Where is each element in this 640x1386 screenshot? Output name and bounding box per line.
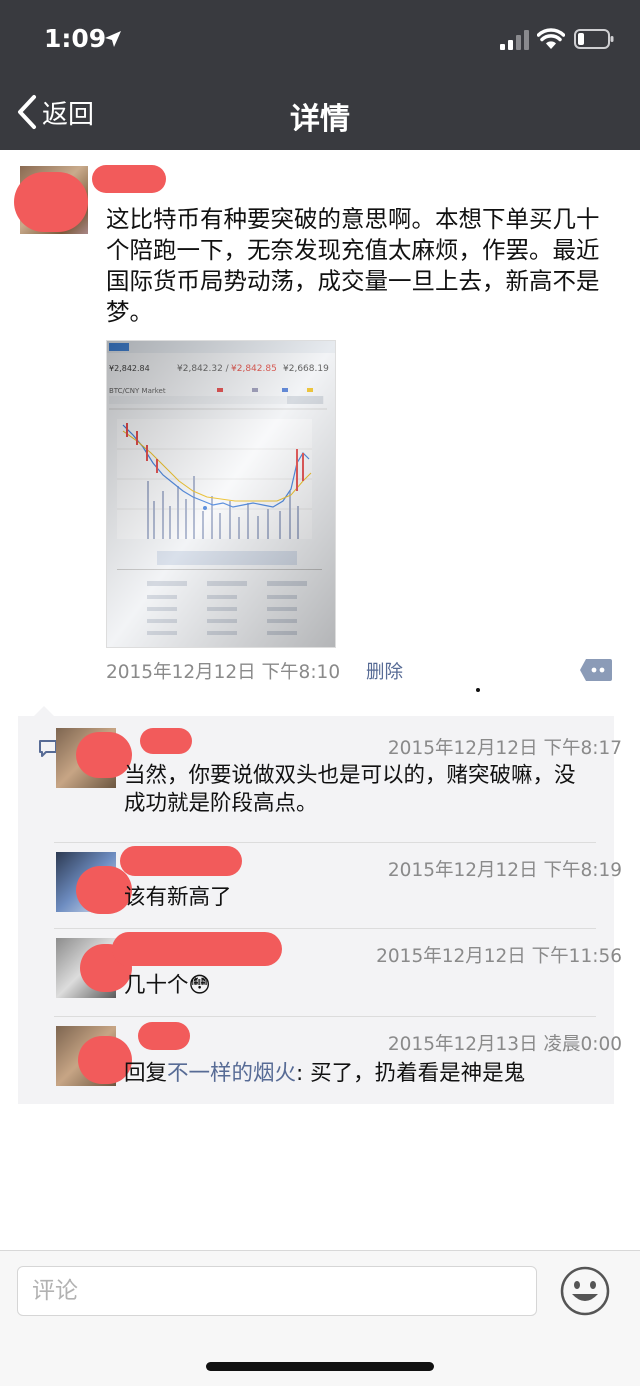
comment-timestamp: 2015年12月12日 下午11:56 <box>376 946 622 967</box>
comment-text: 回复不一样的烟火: 买了，扔着看是神是鬼 <box>124 1060 584 1088</box>
location-arrow-icon <box>105 31 121 47</box>
author-name-redacted[interactable] <box>92 165 166 193</box>
delete-link[interactable]: 删除 <box>366 658 403 684</box>
reply-prefix: 回复 <box>124 1061 168 1086</box>
commenter-name-redacted[interactable] <box>112 932 282 966</box>
comment-divider <box>54 842 596 843</box>
post-text: 这比特币有种要突破的意思啊。本想下单买几十个陪跑一下，无奈发现充值太麻烦，作罢。… <box>106 205 600 326</box>
more-dots-icon[interactable] <box>580 658 612 682</box>
commenter-name-redacted[interactable] <box>120 846 242 876</box>
redaction-mark <box>14 172 88 232</box>
wifi-icon <box>537 28 565 49</box>
emoji-icon[interactable] <box>560 1266 610 1316</box>
comment-bubble-icon <box>39 740 57 757</box>
comment-divider <box>54 928 596 929</box>
comment-timestamp: 2015年12月12日 下午8:19 <box>387 860 622 881</box>
comment-timestamp: 2015年12月12日 下午8:17 <box>387 738 622 759</box>
battery-icon <box>574 29 614 49</box>
flushed-emoji-icon: 😳 <box>188 973 211 998</box>
comment-text-body: : 买了，扔着看是神是鬼 <box>296 1061 526 1086</box>
comment-divider <box>54 1016 596 1017</box>
comment-text-body: 几十个 <box>124 973 189 998</box>
post-image[interactable]: ¥2,842.84 ¥2,842.32 / ¥2,842.85 ¥2,668.1… <box>106 340 336 648</box>
commenter-name-redacted[interactable] <box>138 1022 190 1050</box>
comment-text: 几十个😳 <box>124 972 584 1000</box>
home-indicator <box>206 1362 434 1371</box>
comment-text: 当然，你要说做双头也是可以的，赌突破嘛，没成功就是阶段高点。 <box>124 763 576 816</box>
chart-photo: ¥2,842.84 ¥2,842.32 / ¥2,842.85 ¥2,668.1… <box>107 341 335 647</box>
reply-target-name[interactable]: 不一样的烟火 <box>167 1061 296 1086</box>
stray-dot <box>476 688 480 692</box>
page-title: 详情 <box>290 102 350 137</box>
status-time: 1:09 <box>44 24 107 53</box>
comment-timestamp: 2015年12月13日 凌晨0:00 <box>387 1034 622 1055</box>
commenter-name-redacted[interactable] <box>140 728 192 754</box>
post-timestamp: 2015年12月12日 下午8:10 <box>106 662 341 683</box>
top-bar: 1:09 返回 详情 <box>0 0 640 150</box>
comment-text: 该有新高了 <box>124 885 232 910</box>
signal-icon <box>500 30 529 50</box>
comment-input[interactable]: 评论 <box>17 1266 537 1316</box>
comments-arrow <box>34 706 54 716</box>
